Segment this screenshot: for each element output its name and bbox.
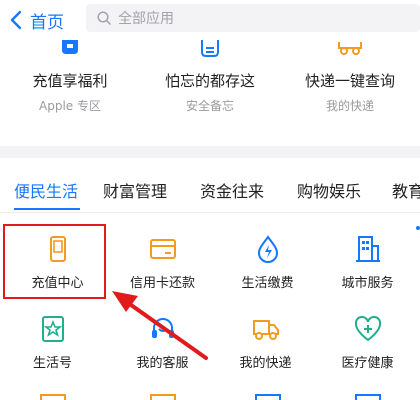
- service-my-delivery[interactable]: 我的快递: [213, 314, 318, 384]
- gift-box-icon: [62, 40, 78, 54]
- service-health[interactable]: 医疗健康: [315, 314, 420, 384]
- heart-plus-icon: [354, 315, 381, 342]
- promo-title: 快递一键查询: [304, 72, 395, 90]
- service-city[interactable]: 城市服务: [315, 234, 420, 304]
- service-label: 城市服务: [341, 276, 394, 291]
- tab-convenience[interactable]: 便民生活: [14, 178, 78, 202]
- promo-subtitle: Apple 专区: [39, 99, 101, 113]
- search-icon: [97, 11, 111, 25]
- search-input[interactable]: 全部应用: [86, 4, 420, 32]
- service-credit-card[interactable]: 信用卡还款: [110, 234, 215, 304]
- edge-indicator: [416, 226, 420, 230]
- tab-shopping[interactable]: 购物娱乐: [297, 178, 361, 202]
- search-placeholder: 全部应用: [118, 11, 174, 27]
- service-label: 信用卡还款: [129, 276, 195, 291]
- service-utility-payment[interactable]: 生活缴费: [215, 234, 320, 304]
- chevron-left-icon: [10, 10, 22, 30]
- service-label: 医疗健康: [341, 356, 394, 371]
- back-label: 首页: [30, 12, 64, 33]
- star-badge-icon: [41, 316, 64, 342]
- water-drop-icon: [257, 235, 278, 263]
- building-icon: [355, 236, 380, 262]
- back-button[interactable]: 首页: [0, 0, 64, 40]
- promo-subtitle: 安全备忘: [185, 99, 234, 113]
- service-customer-support[interactable]: 我的客服: [110, 314, 215, 384]
- tab-wealth[interactable]: 财富管理: [103, 178, 167, 202]
- peek-icon: [355, 394, 381, 400]
- category-tabs: 便民生活 财富管理 资金往来 购物娱乐 教育: [0, 158, 420, 214]
- service-label: 我的快递: [239, 356, 292, 371]
- service-label: 生活号: [32, 356, 72, 371]
- service-life-account[interactable]: 生活号: [0, 314, 105, 384]
- truck-icon: [252, 320, 279, 340]
- tab-education[interactable]: 教育: [392, 178, 420, 202]
- tabs-divider: [0, 212, 420, 213]
- service-label: 生活缴费: [241, 276, 294, 291]
- memo-icon: [201, 40, 219, 57]
- tab-funds[interactable]: 资金往来: [200, 178, 264, 202]
- service-label: 我的客服: [136, 356, 189, 371]
- top-bar: 首页 全部应用: [0, 0, 420, 40]
- promo-title: 充值享福利: [32, 72, 108, 90]
- promo-item-memo[interactable]: 怕忘的都存这 安全备忘: [140, 40, 280, 146]
- promo-card: 充值享福利 Apple 专区 怕忘的都存这 安全备忘 快递一键查询 我的快递: [0, 40, 420, 146]
- headset-icon: [151, 318, 174, 338]
- promo-title: 怕忘的都存这: [164, 72, 255, 90]
- promo-item-delivery[interactable]: 快递一键查询 我的快递: [280, 40, 420, 146]
- credit-card-icon: [149, 239, 176, 259]
- peek-icon: [150, 394, 176, 400]
- delivery-icon: [338, 42, 362, 55]
- peek-icon: [40, 394, 66, 400]
- annotation-highlight-box: [3, 224, 106, 299]
- peek-icon: [255, 394, 281, 400]
- promo-subtitle: 我的快递: [325, 99, 374, 113]
- promo-item-recharge[interactable]: 充值享福利 Apple 专区: [0, 40, 140, 146]
- active-tab-indicator: [14, 208, 80, 210]
